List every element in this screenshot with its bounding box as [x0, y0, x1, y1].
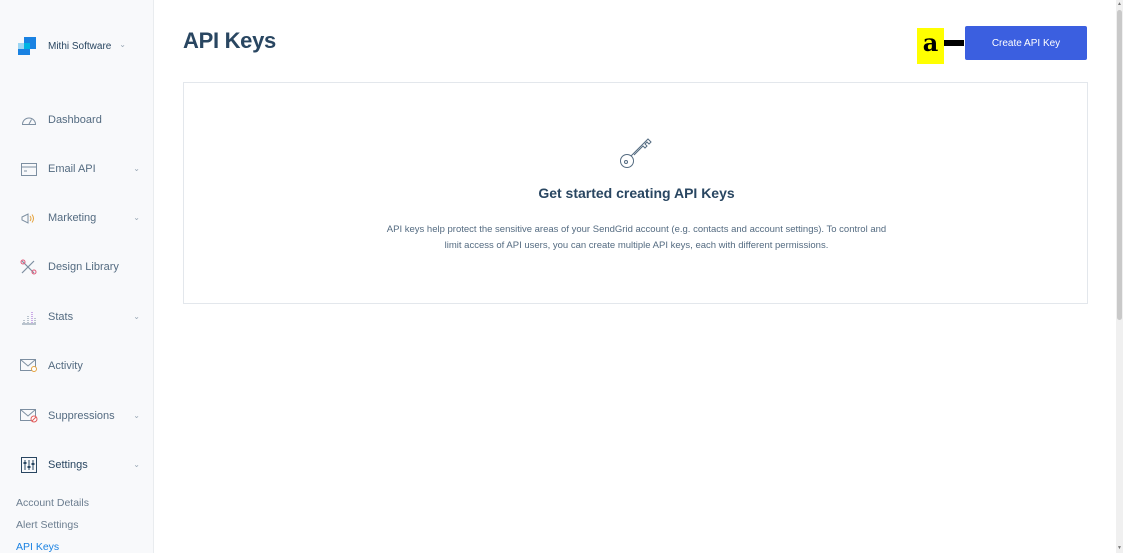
sidebar-item-activity[interactable]: Activity — [0, 346, 154, 386]
account-name: Mithi Software — [48, 40, 112, 52]
sidebar: Mithi Software ⌄ Dashboard Email API ⌄ M… — [0, 0, 154, 553]
sendgrid-logo — [18, 37, 36, 55]
sidebar-item-suppressions[interactable]: Suppressions ⌄ — [0, 396, 154, 436]
chevron-down-icon: ⌄ — [119, 40, 126, 49]
annotation-badge: a — [917, 28, 944, 64]
suppressions-envelope-icon — [20, 408, 38, 424]
scroll-up-arrow-icon[interactable]: ▲ — [1117, 1, 1122, 7]
sidebar-item-dashboard[interactable]: Dashboard — [0, 100, 154, 140]
account-switcher[interactable]: Mithi Software ⌄ — [0, 26, 154, 66]
megaphone-icon — [20, 210, 38, 226]
chevron-down-icon: ⌄ — [133, 312, 140, 321]
sidebar-item-email-api[interactable]: Email API ⌄ — [0, 149, 154, 189]
stats-icon — [20, 309, 38, 325]
page-title: API Keys — [183, 28, 276, 53]
chevron-down-icon: ⌄ — [133, 411, 140, 420]
create-api-key-button[interactable]: Create API Key — [965, 26, 1087, 60]
sidebar-item-settings[interactable]: Settings ⌄ — [0, 445, 154, 485]
sidebar-item-label: Email API — [48, 163, 96, 175]
sidebar-item-label: Settings — [48, 459, 88, 471]
settings-sliders-icon — [20, 457, 38, 473]
sidebar-item-stats[interactable]: Stats ⌄ — [0, 297, 154, 337]
chevron-down-icon: ⌄ — [133, 164, 140, 173]
annotation-pointer — [944, 40, 964, 46]
sidebar-item-label: Suppressions — [48, 410, 115, 422]
scroll-down-arrow-icon[interactable]: ▼ — [1117, 545, 1122, 551]
sidebar-item-label: Dashboard — [48, 114, 102, 126]
subnav-alert-settings[interactable]: Alert Settings — [16, 519, 78, 531]
sidebar-item-label: Design Library — [48, 261, 119, 273]
dashboard-gauge-icon — [20, 112, 38, 128]
app-root: Mithi Software ⌄ Dashboard Email API ⌄ M… — [0, 0, 1123, 553]
sidebar-item-label: Marketing — [48, 212, 97, 224]
sidebar-item-label: Activity — [48, 360, 83, 372]
email-api-icon — [20, 161, 38, 177]
empty-state-description: API keys help protect the sensitive area… — [324, 222, 949, 254]
page-scrollbar[interactable]: ▲ ▼ — [1116, 0, 1123, 553]
subnav-api-keys[interactable]: API Keys — [16, 541, 59, 553]
empty-state-description-line-2: limit access of API users, you can creat… — [444, 240, 829, 251]
empty-state-description-line-1: API keys help protect the sensitive area… — [386, 224, 887, 235]
sidebar-item-marketing[interactable]: Marketing ⌄ — [0, 198, 154, 238]
sidebar-item-label: Stats — [48, 311, 74, 323]
empty-state-card: Get started creating API Keys API keys h… — [183, 82, 1088, 304]
empty-state-title: Get started creating API Keys — [538, 185, 735, 201]
activity-envelope-icon — [20, 358, 38, 374]
subnav-account-details[interactable]: Account Details — [16, 497, 89, 509]
key-icon — [618, 133, 656, 171]
chevron-down-icon: ⌄ — [133, 460, 140, 469]
sidebar-item-design-library[interactable]: Design Library — [0, 247, 154, 287]
chevron-down-icon: ⌄ — [133, 213, 140, 222]
scrollbar-thumb[interactable] — [1117, 10, 1122, 320]
design-library-icon — [20, 259, 38, 275]
